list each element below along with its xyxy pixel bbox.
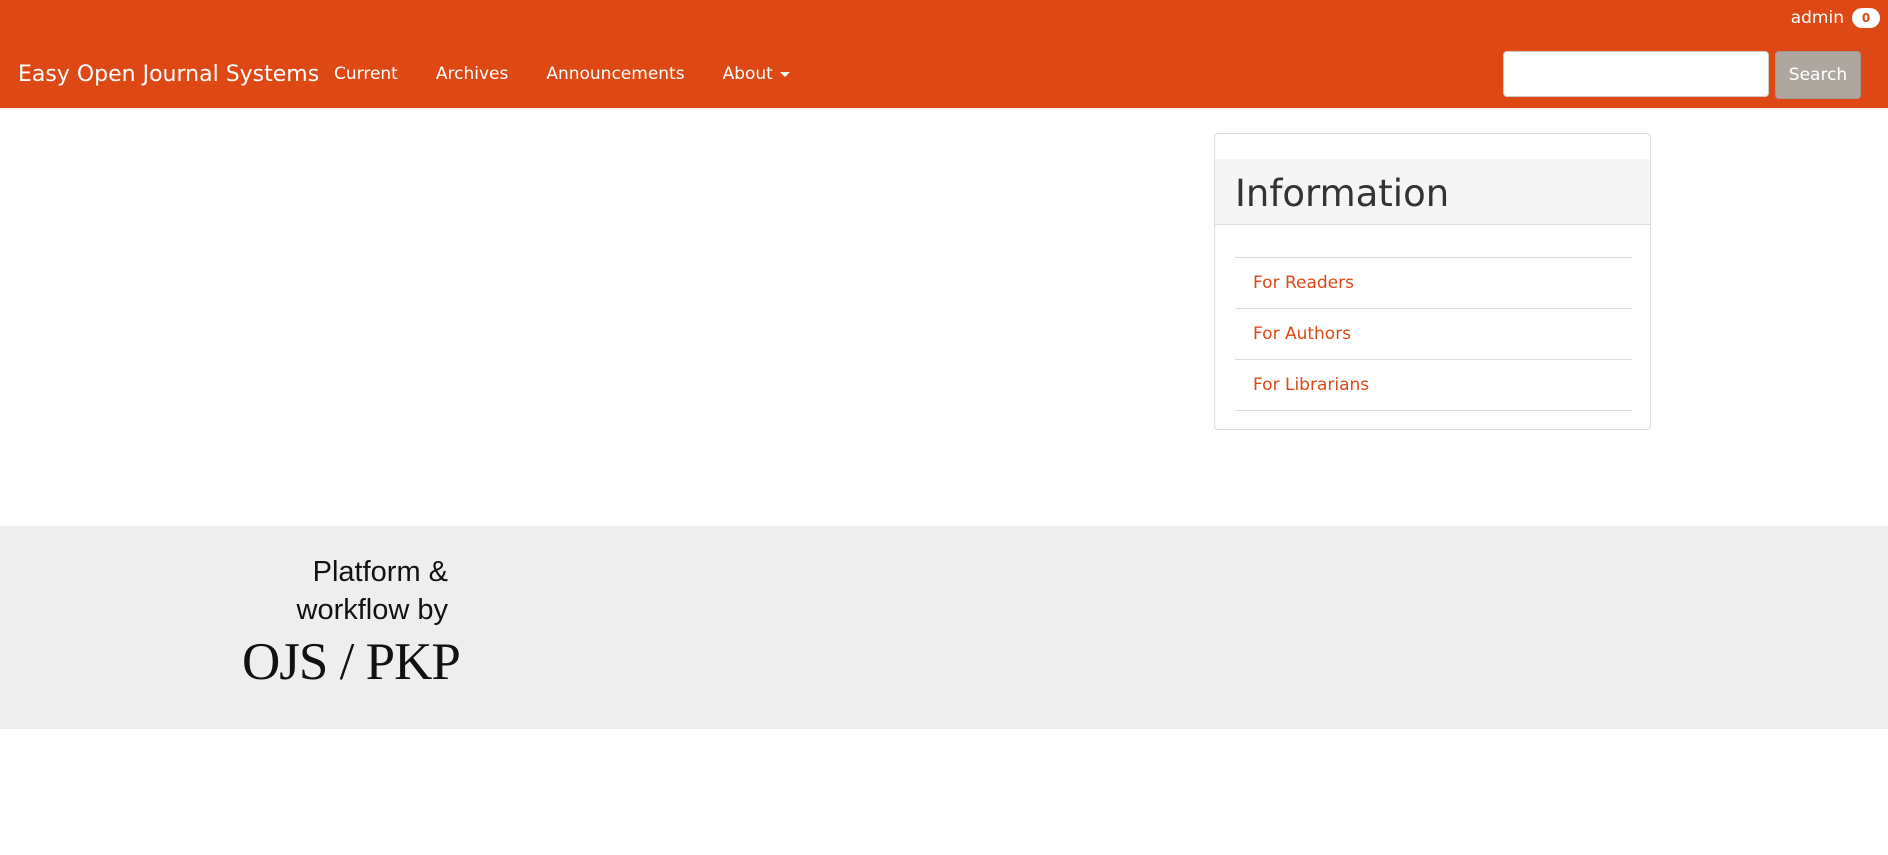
page-footer: Platform & workflow by OJS / PKP [0,526,1888,729]
nav-item-archives[interactable]: Archives [436,64,508,84]
for-readers-link[interactable]: For Readers [1253,273,1354,293]
search-input[interactable] [1503,51,1769,97]
logo-text-line3: OJS / PKP [242,633,461,691]
list-item: For Authors [1235,309,1632,360]
for-authors-link[interactable]: For Authors [1253,324,1351,344]
information-block: Information For Readers For Authors For … [1214,133,1651,430]
primary-nav: Current Archives Announcements About [334,64,828,84]
nav-item-announcements[interactable]: Announcements [546,64,684,84]
information-links: For Readers For Authors For Librarians [1235,257,1632,411]
username-link[interactable]: admin [1791,8,1844,28]
information-block-heading: Information [1215,159,1650,225]
logo-text-line1: Platform & [312,556,448,588]
site-brand[interactable]: Easy Open Journal Systems [18,62,319,87]
nav-item-about[interactable]: About [723,64,790,84]
ojs-pkp-logo[interactable]: Platform & workflow by OJS / PKP [241,556,461,696]
search-button[interactable]: Search [1775,51,1861,99]
caret-down-icon [779,71,790,77]
logo-text-line2: workflow by [296,594,449,626]
nav-item-about-label: About [722,64,773,84]
information-title: Information [1235,172,1450,215]
nav-item-current[interactable]: Current [334,64,398,84]
user-menu[interactable]: admin 0 [1791,8,1880,28]
notification-badge[interactable]: 0 [1852,8,1880,28]
top-navbar: admin 0 Easy Open Journal Systems Curren… [0,0,1888,108]
list-item: For Librarians [1235,360,1632,411]
list-item: For Readers [1235,258,1632,309]
for-librarians-link[interactable]: For Librarians [1253,375,1369,395]
